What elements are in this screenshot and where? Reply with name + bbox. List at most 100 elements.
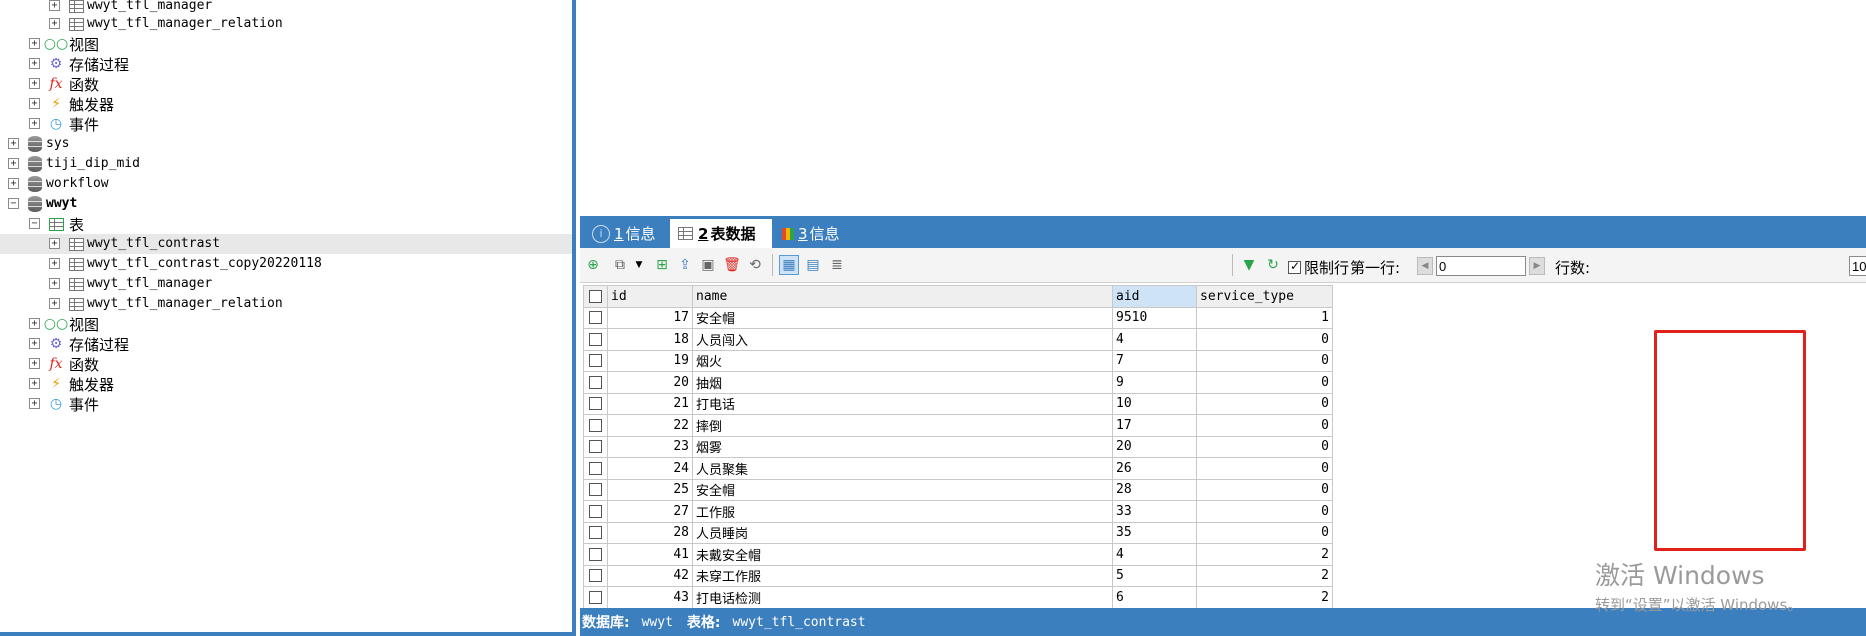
row-checkbox[interactable] [589,397,602,411]
tab-info-3[interactable]: 3 信息 [778,219,858,248]
cell-id[interactable]: 42 [607,564,693,587]
tree-item-event[interactable]: + ◷ 事件 [0,114,572,134]
row-select-cell[interactable] [583,349,608,372]
tree-item-func[interactable]: + fx 函数 [0,354,572,374]
cell-name[interactable]: 摔倒 [692,414,1113,437]
tree-item-db[interactable]: + tiji_dip_mid [0,154,572,174]
tree-item-trigger[interactable]: + ⚡ 触发器 [0,94,572,114]
expand-icon[interactable]: + [29,398,40,409]
cell-name[interactable]: 烟雾 [692,435,1113,458]
tree-item-table[interactable]: + wwyt_tfl_contrast_copy20220118 [0,254,572,274]
cell-aid[interactable]: 9 [1112,371,1197,394]
cell-id[interactable]: 28 [607,521,693,544]
cell-name[interactable]: 人员闯入 [692,328,1113,351]
table-row[interactable]: 27 工作服 33 0 [583,500,1333,523]
cell-service-type[interactable]: 2 [1196,586,1333,608]
save-icon[interactable]: ▣ [698,255,718,275]
select-all-checkbox[interactable] [589,289,602,303]
tree-item-trigger[interactable]: + ⚡ 触发器 [0,374,572,394]
cell-service-type[interactable]: 0 [1196,521,1333,544]
refresh-icon[interactable]: ↻ [1263,255,1283,275]
row-select-cell[interactable] [583,521,608,544]
cell-aid[interactable]: 35 [1112,521,1197,544]
text-view-icon[interactable]: ≣ [827,255,847,275]
expand-icon[interactable]: + [49,298,60,309]
expand-icon[interactable]: + [49,238,60,249]
cell-aid[interactable]: 33 [1112,500,1197,523]
next-page-button[interactable]: ▶ [1529,257,1545,275]
table-row[interactable]: 28 人员睡岗 35 0 [583,521,1333,544]
tree-item-event[interactable]: + ◷ 事件 [0,394,572,414]
cell-id[interactable]: 25 [607,478,693,501]
column-header-name[interactable]: name [692,285,1113,308]
cell-aid[interactable]: 28 [1112,478,1197,501]
cell-name[interactable]: 安全帽 [692,478,1113,501]
row-checkbox[interactable] [589,590,602,604]
cell-id[interactable]: 17 [607,306,693,329]
table-row[interactable]: 43 打电话检测 6 2 [583,586,1333,608]
table-row[interactable]: 20 抽烟 9 0 [583,371,1333,394]
cell-service-type[interactable]: 0 [1196,478,1333,501]
table-row[interactable]: 23 烟雾 20 0 [583,435,1333,458]
cell-name[interactable]: 工作服 [692,500,1113,523]
row-select-cell[interactable] [583,586,608,608]
row-select-cell[interactable] [583,414,608,437]
cell-service-type[interactable]: 0 [1196,371,1333,394]
row-checkbox[interactable] [589,483,602,497]
tree-item-db[interactable]: + sys [0,134,572,154]
expand-icon[interactable]: + [8,158,19,169]
cell-service-type[interactable]: 2 [1196,564,1333,587]
cell-id[interactable]: 20 [607,371,693,394]
cell-name[interactable]: 打电话检测 [692,586,1113,608]
row-checkbox[interactable] [589,547,602,561]
tree-item-view[interactable]: + ○○ 视图 [0,314,572,334]
table-row[interactable]: 25 安全帽 28 0 [583,478,1333,501]
expand-icon[interactable]: + [29,118,40,129]
cell-id[interactable]: 43 [607,586,693,608]
table-row[interactable]: 18 人员闯入 4 0 [583,328,1333,351]
expand-icon[interactable]: + [8,178,19,189]
cell-id[interactable]: 18 [607,328,693,351]
cell-aid[interactable]: 4 [1112,543,1197,566]
refresh-grid-icon[interactable]: ⟲ [745,255,765,275]
cell-service-type[interactable]: 0 [1196,414,1333,437]
cell-aid[interactable]: 7 [1112,349,1197,372]
cell-id[interactable]: 23 [607,435,693,458]
row-checkbox[interactable] [589,418,602,432]
cell-aid[interactable]: 10 [1112,392,1197,415]
import-icon[interactable]: ⇪ [675,255,695,275]
cell-service-type[interactable]: 0 [1196,392,1333,415]
column-header-id[interactable]: id [607,285,693,308]
row-checkbox[interactable] [589,332,602,346]
expand-icon[interactable]: + [8,138,19,149]
row-select-cell[interactable] [583,543,608,566]
expand-icon[interactable]: + [49,18,60,29]
row-checkbox[interactable] [589,504,602,518]
row-select-cell[interactable] [583,306,608,329]
tree-item-table[interactable]: + wwyt_tfl_contrast [0,234,572,254]
cell-name[interactable]: 打电话 [692,392,1113,415]
cell-name[interactable]: 烟火 [692,349,1113,372]
cell-service-type[interactable]: 0 [1196,435,1333,458]
table-row[interactable]: 41 未戴安全帽 4 2 [583,543,1333,566]
cell-aid[interactable]: 9510 [1112,306,1197,329]
collapse-icon[interactable]: − [8,198,19,209]
expand-icon[interactable]: + [29,98,40,109]
grid-view-icon[interactable]: ▦ [779,255,799,275]
row-select-cell[interactable] [583,371,608,394]
cell-aid[interactable]: 5 [1112,564,1197,587]
expand-icon[interactable]: + [29,38,40,49]
table-row[interactable]: 19 烟火 7 0 [583,349,1333,372]
table-row[interactable]: 24 人员聚集 26 0 [583,457,1333,480]
cell-service-type[interactable]: 2 [1196,543,1333,566]
row-select-cell[interactable] [583,564,608,587]
table-row[interactable]: 17 安全帽 9510 1 [583,306,1333,329]
expand-icon[interactable]: + [29,338,40,349]
select-all-header[interactable] [583,285,608,308]
tree-item-table[interactable]: + wwyt_tfl_manager_relation [0,294,572,314]
row-checkbox[interactable] [589,440,602,454]
cell-service-type[interactable]: 0 [1196,349,1333,372]
column-header-service-type[interactable]: service_type [1196,285,1333,308]
cell-service-type[interactable]: 0 [1196,500,1333,523]
row-select-cell[interactable] [583,392,608,415]
